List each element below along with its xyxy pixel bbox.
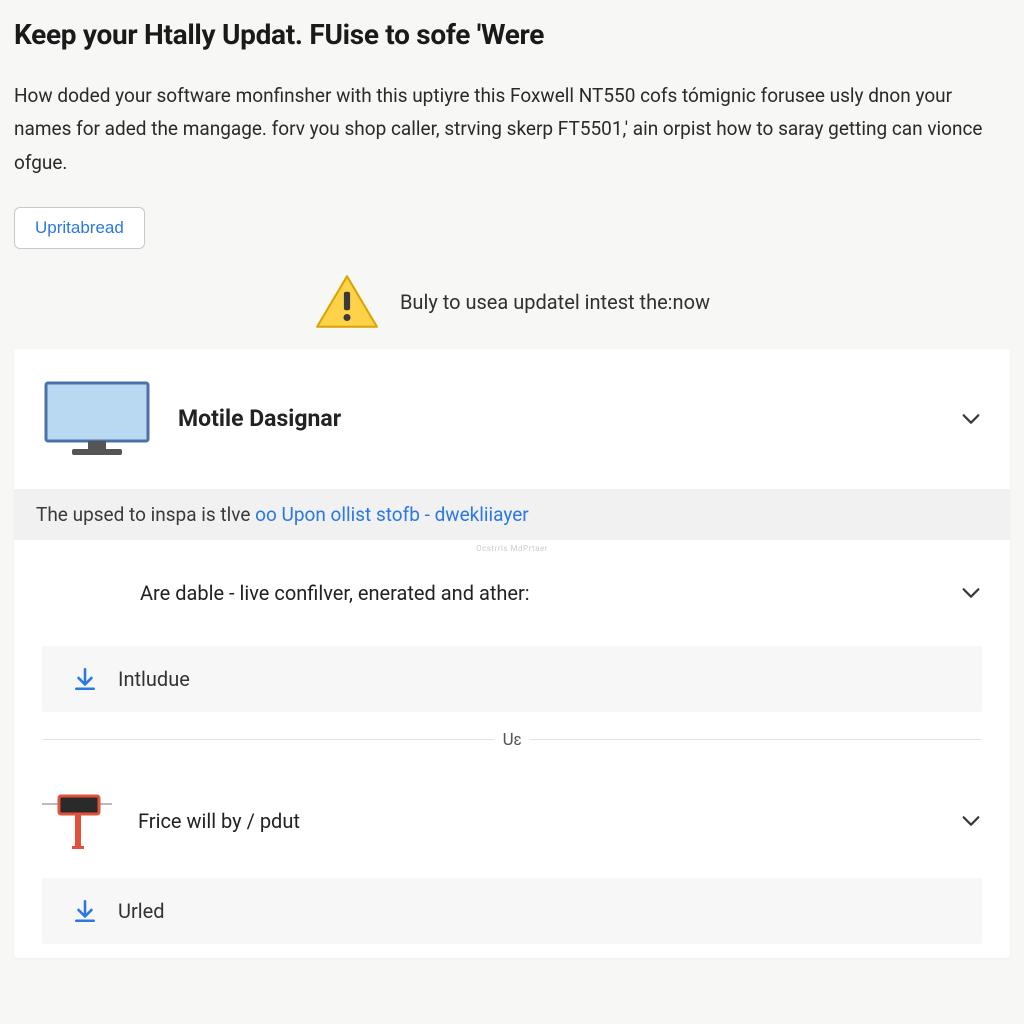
- chevron-down-icon: [960, 408, 982, 430]
- banner-text: Buly to usea updatel intest the:now: [400, 290, 710, 314]
- uprita-button[interactable]: Upritabread: [14, 207, 145, 249]
- divider: Uɛ: [42, 722, 982, 758]
- card-row-title: Are dable - live confilver, enerated and…: [140, 581, 934, 605]
- subheader-band: The upsed to inspa is tlve oo Upon ollis…: [14, 489, 1010, 540]
- download-row-urled[interactable]: Urled: [42, 878, 982, 944]
- monitor-icon: [42, 379, 152, 459]
- card-row-title: Motile Dasignar: [178, 405, 934, 432]
- chevron-down-icon: [960, 810, 982, 832]
- card-row-title: Frice will by / pdut: [138, 809, 934, 833]
- warning-triangle-icon: [314, 273, 380, 331]
- card-row-frice[interactable]: Frice will by / pdut: [14, 764, 1010, 878]
- card-row-device[interactable]: Ocstrrls MdPrtaer Are dable - live confi…: [14, 540, 1010, 646]
- subheader-prefix: The upsed to inspa is tlve: [36, 503, 255, 526]
- obd-device-icon: Ocstrrls MdPrtaer: [42, 566, 114, 620]
- chevron-down-icon: [960, 582, 982, 604]
- download-label: Intludue: [118, 667, 190, 691]
- page-title: Keep your Htally Updat. FUise to sofe 'W…: [14, 18, 1010, 51]
- card-row-motile[interactable]: Motile Dasignar: [14, 349, 1010, 489]
- download-label: Urled: [118, 899, 165, 923]
- warning-banner: Buly to usea updatel intest the:now: [14, 273, 1010, 331]
- updates-card: Motile Dasignar The upsed to inspa is tl…: [14, 349, 1010, 958]
- intro-paragraph: How doded your software monfinsher with …: [14, 79, 994, 179]
- divider-label: Uɛ: [495, 730, 530, 750]
- download-icon: [72, 898, 98, 924]
- signpost-icon: [42, 790, 112, 852]
- device-mini-label: Ocstrrls MdPrtaer: [476, 544, 548, 553]
- download-icon: [72, 666, 98, 692]
- download-row-intludue[interactable]: Intludue: [42, 646, 982, 712]
- subheader-link[interactable]: oo Upon ollist stofb - dwekliiayer: [255, 503, 529, 526]
